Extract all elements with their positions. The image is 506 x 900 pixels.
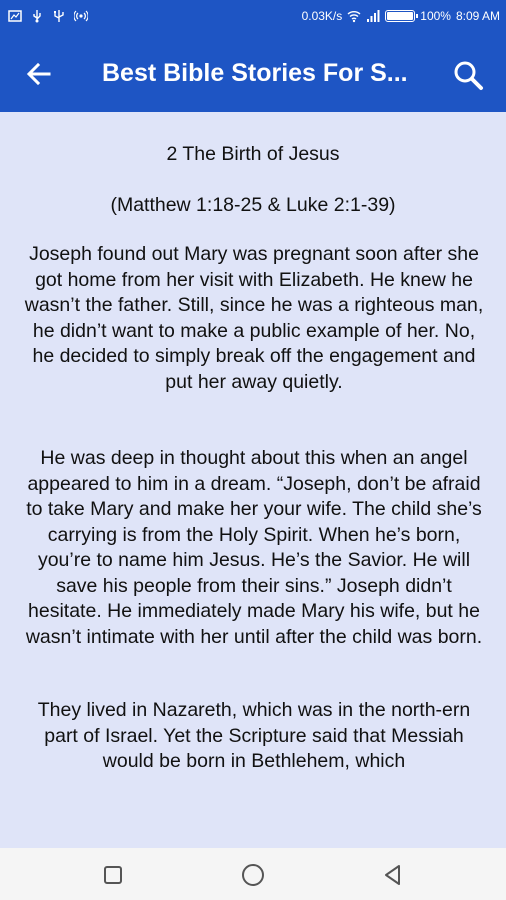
usb-debug-icon xyxy=(54,10,64,22)
signal-icon xyxy=(367,10,380,22)
clock: 8:09 AM xyxy=(455,9,500,23)
scripture-reference: (Matthew 1:18-25 & Luke 2:1-39) xyxy=(110,194,396,216)
nav-back-button[interactable] xyxy=(378,860,408,890)
page-title: Best Bible Stories For S... xyxy=(102,59,408,87)
network-speed: 0.03K/s xyxy=(301,9,343,23)
home-button[interactable] xyxy=(238,860,268,890)
battery-percent: 100% xyxy=(420,9,451,23)
screenshot-icon xyxy=(8,10,22,22)
battery-icon xyxy=(385,10,419,22)
circle-icon xyxy=(242,864,264,886)
search-icon xyxy=(454,61,483,90)
usb-icon xyxy=(33,10,41,23)
square-icon xyxy=(104,866,122,884)
status-bar: 0.03K/s 100% 8:09 AM xyxy=(0,0,506,35)
story-paragraph: They lived in Nazareth, which was in the… xyxy=(37,699,471,772)
hotspot-icon xyxy=(74,10,88,22)
story-title: 2 The Birth of Jesus xyxy=(166,143,340,165)
notification-icons xyxy=(8,9,88,23)
triangle-back-icon xyxy=(385,865,400,885)
navigation-bar xyxy=(0,848,506,900)
story-paragraph: Joseph found out Mary was pregnant soon … xyxy=(24,243,484,393)
search-button[interactable] xyxy=(448,55,488,95)
wifi-icon xyxy=(347,11,361,23)
recents-button[interactable] xyxy=(98,860,128,890)
back-button[interactable] xyxy=(22,57,56,91)
app-bar: Best Bible Stories For S... xyxy=(0,35,506,112)
system-status: 0.03K/s 100% 8:09 AM xyxy=(302,9,500,23)
story-content[interactable]: 2 The Birth of Jesus (Matthew 1:18-25 & … xyxy=(0,112,506,848)
story-paragraph: He was deep in thought about this when a… xyxy=(25,447,483,648)
arrow-left-icon xyxy=(26,62,51,86)
